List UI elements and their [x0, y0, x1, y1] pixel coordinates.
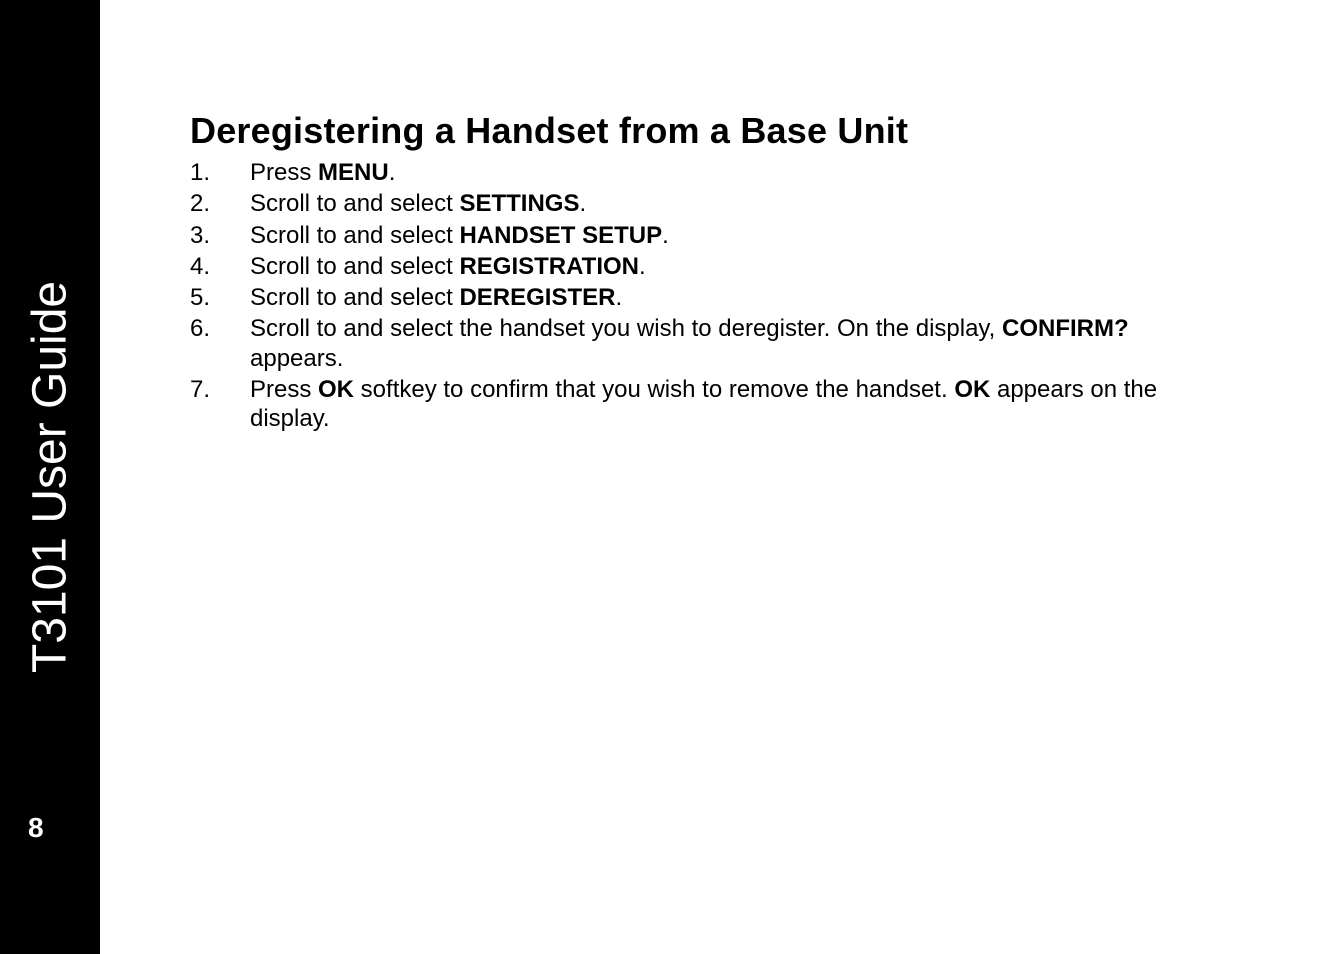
instruction-keyword: REGISTRATION — [459, 253, 639, 280]
instruction-step: Press OK softkey to confirm that you wis… — [190, 375, 1190, 434]
sidebar: T3101 User Guide 8 — [0, 0, 100, 954]
instruction-text: Scroll to and select — [250, 222, 459, 249]
instruction-text: . — [639, 253, 646, 280]
instruction-step: Scroll to and select SETTINGS. — [190, 189, 1190, 218]
instruction-step: Scroll to and select REGISTRATION. — [190, 252, 1190, 281]
instruction-step: Press MENU. — [190, 158, 1190, 187]
instruction-text: Scroll to and select the handset you wis… — [250, 315, 1002, 342]
instruction-text: softkey to confirm that you wish to remo… — [354, 376, 954, 403]
section-heading: Deregistering a Handset from a Base Unit — [190, 110, 1240, 152]
instruction-keyword: CONFIRM? — [1002, 315, 1129, 342]
document-title: T3101 User Guide — [23, 281, 78, 673]
instruction-list: Press MENU.Scroll to and select SETTINGS… — [190, 158, 1190, 433]
instruction-text: . — [662, 222, 669, 249]
page: T3101 User Guide 8 Deregistering a Hands… — [0, 0, 1330, 954]
instruction-step: Scroll to and select DEREGISTER. — [190, 283, 1190, 312]
page-number: 8 — [0, 812, 100, 844]
instruction-text: appears. — [250, 345, 343, 372]
instruction-text: Scroll to and select — [250, 284, 459, 311]
instruction-step: Scroll to and select the handset you wis… — [190, 314, 1190, 373]
instruction-keyword: HANDSET SETUP — [459, 222, 662, 249]
instruction-text: . — [615, 284, 622, 311]
instruction-keyword: SETTINGS — [459, 190, 579, 217]
instruction-text: Scroll to and select — [250, 253, 459, 280]
instruction-text: Press — [250, 159, 318, 186]
instruction-text: . — [579, 190, 586, 217]
content-area: Deregistering a Handset from a Base Unit… — [100, 0, 1330, 954]
instruction-keyword: OK — [318, 376, 354, 403]
instruction-text: . — [389, 159, 396, 186]
instruction-text: Scroll to and select — [250, 190, 459, 217]
instruction-keyword: DEREGISTER — [459, 284, 615, 311]
instruction-text: Press — [250, 376, 318, 403]
instruction-step: Scroll to and select HANDSET SETUP. — [190, 221, 1190, 250]
instruction-keyword: OK — [954, 376, 990, 403]
instruction-keyword: MENU — [318, 159, 389, 186]
